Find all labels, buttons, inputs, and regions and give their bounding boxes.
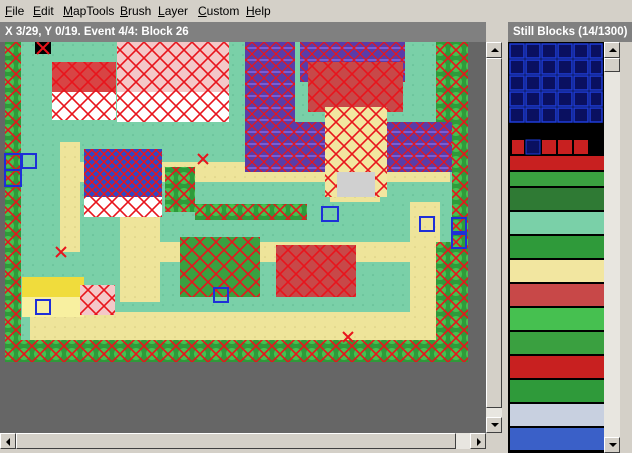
menu-bar: File Edit MapTools Brush Layer Custom He… xyxy=(0,0,632,22)
tile-vertical-scrollbar[interactable] xyxy=(604,42,620,453)
arrow-right-icon xyxy=(477,438,481,446)
map-vertical-scrollbar[interactable] xyxy=(486,42,502,433)
arrow-down-icon xyxy=(609,443,617,447)
arrow-down-icon xyxy=(491,423,499,427)
map-canvas[interactable] xyxy=(0,42,486,433)
menu-custom[interactable]: Custom xyxy=(198,4,239,18)
tile-scroll-down-button[interactable] xyxy=(604,437,620,453)
scroll-corner xyxy=(486,433,502,449)
map-horizontal-scroll-thumb[interactable] xyxy=(16,433,456,449)
menu-layer[interactable]: Layer xyxy=(158,4,188,18)
map-scroll-up-button[interactable] xyxy=(486,42,502,58)
menu-file[interactable]: File xyxy=(5,4,24,18)
map-status-bar: X 3/29, Y 0/19. Event 4/4: Block 26 xyxy=(0,22,486,42)
map-view[interactable] xyxy=(0,42,486,433)
arrow-up-icon xyxy=(609,48,617,52)
tile-palette-view[interactable] xyxy=(508,42,604,453)
tile-palette-panel: Still Blocks (14/1300) xyxy=(506,22,632,453)
map-scroll-down-button[interactable] xyxy=(486,417,502,433)
map-vertical-scroll-thumb[interactable] xyxy=(486,58,502,408)
map-scroll-right-button[interactable] xyxy=(470,433,486,449)
menu-edit[interactable]: Edit xyxy=(33,4,54,18)
menu-brush[interactable]: Brush xyxy=(120,4,151,18)
tile-palette-grid[interactable] xyxy=(508,42,604,453)
menu-help[interactable]: Help xyxy=(246,4,271,18)
map-scroll-left-button[interactable] xyxy=(0,433,16,449)
tile-scroll-up-button[interactable] xyxy=(604,42,620,58)
map-horizontal-scrollbar[interactable] xyxy=(0,433,486,449)
tile-vertical-scroll-thumb[interactable] xyxy=(604,58,620,72)
arrow-left-icon xyxy=(6,438,10,446)
menu-maptools[interactable]: MapTools xyxy=(63,4,114,18)
tile-palette-title: Still Blocks (14/1300) xyxy=(508,22,632,42)
map-panel: X 3/29, Y 0/19. Event 4/4: Block 26 xyxy=(0,22,504,453)
arrow-up-icon xyxy=(491,48,499,52)
